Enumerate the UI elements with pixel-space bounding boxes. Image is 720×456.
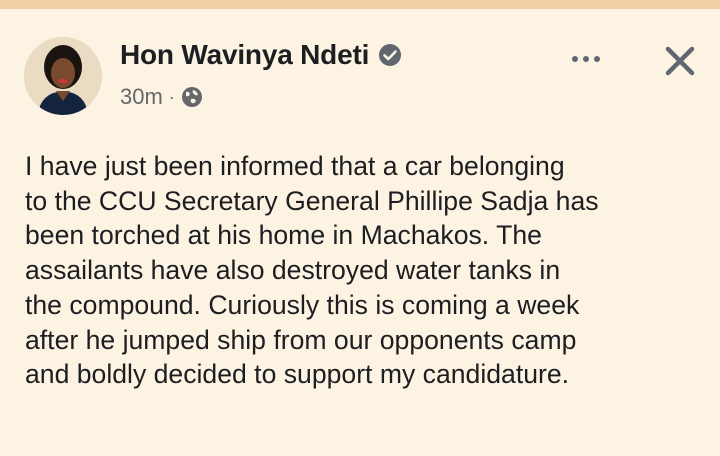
globe-icon[interactable] (181, 86, 203, 108)
more-options-button[interactable] (566, 45, 606, 73)
post-body: I have just been informed that a car bel… (25, 149, 715, 392)
post-text-line: assailants have also destroyed water tan… (25, 255, 561, 286)
post-text-line: the compound. Curiously this is coming a… (25, 289, 580, 320)
post-text-line: and boldly decided to support my candida… (25, 359, 570, 390)
post-timestamp[interactable]: 30m (120, 84, 163, 110)
post-text-line: been torched at his home in Machakos. Th… (25, 220, 542, 251)
close-icon (665, 46, 695, 76)
post-card: Hon Wavinya Ndeti 30m · I have just been… (0, 9, 720, 456)
close-button[interactable] (660, 41, 700, 81)
post-text-line: to the CCU Secretary General Phillipe Sa… (25, 185, 599, 216)
post-text-line: I have just been informed that a car bel… (25, 151, 565, 181)
author-name[interactable]: Hon Wavinya Ndeti (120, 39, 369, 71)
author-header: Hon Wavinya Ndeti (120, 39, 402, 71)
meta-separator: · (168, 86, 175, 107)
more-horizontal-icon (572, 56, 578, 62)
avatar[interactable] (24, 37, 102, 115)
post-text-line: after he jumped ship from our opponents … (25, 324, 577, 355)
post-meta: 30m · (120, 84, 203, 110)
top-strip (0, 0, 720, 9)
verified-badge-icon (378, 43, 402, 67)
